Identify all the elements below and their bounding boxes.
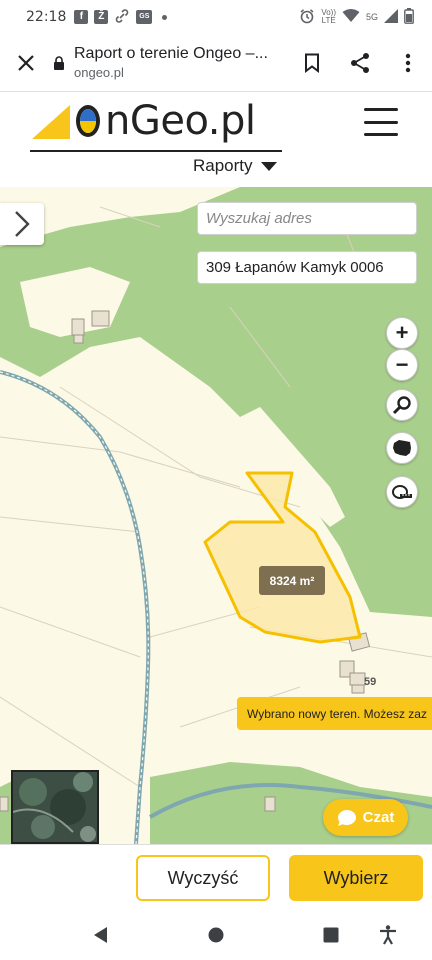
magnifier-icon [392, 396, 411, 415]
menu-bar [364, 133, 398, 136]
satellite-layer-toggle[interactable] [11, 770, 99, 844]
parcel-area-label: 8324 m² [259, 566, 325, 595]
ongeo-logo[interactable]: nGeo.pl [30, 98, 256, 144]
selection-toast: Wybrano nowy teren. Możesz zaz [237, 697, 432, 730]
logo-underline [30, 150, 282, 152]
chat-label: Czat [362, 809, 395, 826]
logo-text: nGeo.pl [105, 98, 256, 144]
volte-indicator: Vo)) LTE [321, 9, 336, 25]
recents-button[interactable] [320, 924, 342, 946]
clear-button[interactable]: Wyczyść [136, 855, 270, 901]
facebook-icon: f [74, 10, 89, 24]
home-circle-icon [208, 927, 224, 943]
share-icon [351, 52, 369, 73]
site-header: nGeo.pl Raporty [0, 92, 432, 187]
map-canvas[interactable] [0, 187, 432, 844]
logo-flag-o [76, 105, 100, 137]
system-nav-bar [0, 910, 432, 960]
parcel-address-field[interactable]: 309 Łapanów Kamyk 0006 [197, 251, 417, 284]
page-url: ongeo.pl [74, 65, 124, 80]
poland-view-button[interactable] [386, 432, 418, 464]
poland-map-icon [393, 440, 411, 456]
wifi-icon [342, 8, 360, 26]
bookmark-button[interactable] [288, 34, 336, 92]
zoznam-icon: Ž [94, 10, 109, 24]
accessibility-icon [380, 925, 396, 945]
zoom-out-button[interactable]: − [386, 349, 418, 381]
bookmark-icon [305, 53, 319, 73]
clock: 22:18 [26, 9, 67, 25]
alarm-icon [299, 8, 315, 27]
plus-icon: + [395, 320, 409, 345]
signal-icon [384, 8, 398, 26]
chat-button[interactable]: Czat [323, 799, 408, 836]
battery-icon [404, 7, 414, 27]
back-triangle-icon [94, 927, 107, 943]
lock-icon[interactable] [52, 55, 66, 70]
menu-bar [364, 120, 398, 124]
measure-button[interactable] [386, 476, 418, 508]
lte-label: LTE [321, 16, 336, 25]
gs-icon: GS [136, 10, 153, 24]
chevron-down-icon [260, 161, 277, 171]
zoom-in-button[interactable]: + [386, 317, 418, 349]
back-button[interactable] [90, 924, 112, 946]
search-placeholder: Wyszukaj adres [206, 210, 312, 227]
recents-square-icon [323, 927, 339, 943]
more-vert-icon [405, 53, 411, 72]
toast-message: Wybrano nowy teren. Możesz zaz [247, 706, 427, 721]
share-button[interactable] [336, 34, 384, 92]
tape-measure-icon [392, 485, 412, 499]
house-number-label: 59 [364, 676, 377, 688]
page-title: Raport o terenie Ongeo –... [74, 45, 268, 62]
chat-bubble-icon [337, 809, 356, 826]
accessibility-button[interactable] [377, 924, 399, 946]
url-bar[interactable]: Raport o terenie Ongeo –... ongeo.pl [74, 45, 288, 80]
reports-label: Raporty [193, 156, 253, 175]
map-view[interactable]: Wyszukaj adres 309 Łapanów Kamyk 0006 + … [0, 187, 432, 844]
home-button[interactable] [205, 924, 227, 946]
open-panel-button[interactable] [0, 203, 44, 245]
logo-triangle-icon [32, 105, 70, 139]
address-search-input[interactable]: Wyszukaj adres [197, 202, 417, 235]
chevron-right-icon [15, 211, 30, 237]
link-icon [114, 8, 130, 27]
reports-dropdown[interactable]: Raporty [193, 156, 277, 176]
browser-toolbar: Raport o terenie Ongeo –... ongeo.pl [0, 34, 432, 92]
select-button[interactable]: Wybierz [289, 855, 423, 901]
close-tab-button[interactable] [0, 34, 52, 92]
menu-bar [364, 108, 398, 111]
parcel-address-value: 309 Łapanów Kamyk 0006 [206, 259, 384, 276]
hamburger-menu-button[interactable] [364, 108, 398, 136]
minus-icon: − [395, 352, 409, 377]
5g-label: 5G [365, 12, 378, 22]
action-bar: Wyczyść Wybierz [0, 844, 432, 910]
zoom-search-button[interactable] [386, 389, 418, 421]
status-bar: 22:18 f Ž GS Vo)) LTE 5G [0, 0, 432, 34]
satellite-thumbnail [13, 772, 97, 842]
more-menu-button[interactable] [384, 34, 432, 92]
more-notifications-icon [162, 14, 168, 20]
